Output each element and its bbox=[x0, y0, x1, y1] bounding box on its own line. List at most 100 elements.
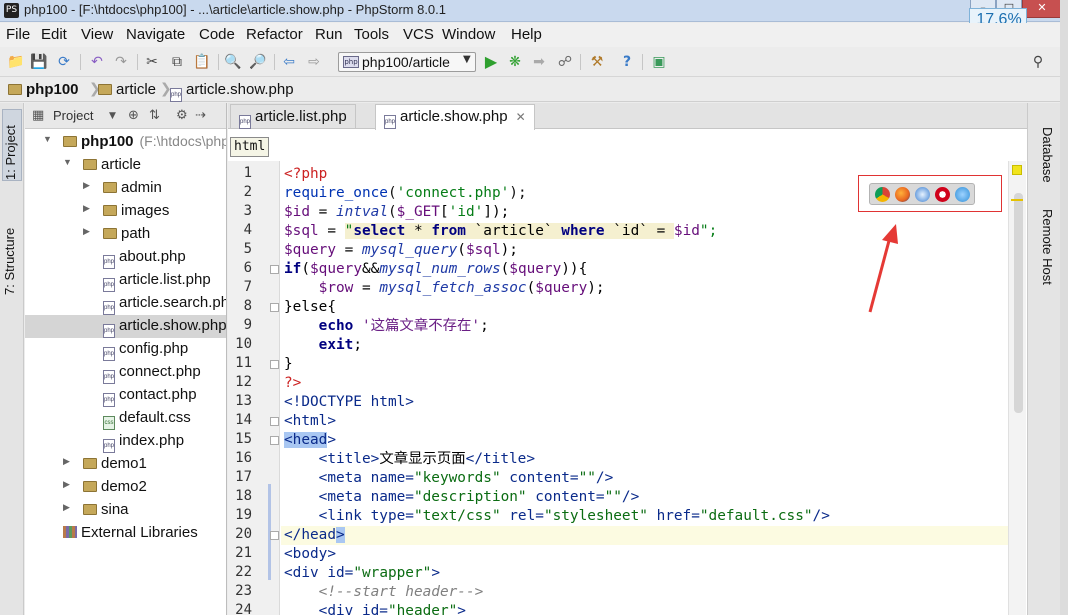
menu-refactor[interactable]: Refactor bbox=[246, 26, 303, 43]
fold-marker-icon[interactable] bbox=[270, 265, 279, 274]
menu-tools[interactable]: Tools bbox=[354, 26, 389, 43]
tree-item[interactable]: ▶ demo1 bbox=[25, 453, 226, 476]
back-icon[interactable]: ⇦ bbox=[280, 53, 298, 71]
debug-icon[interactable]: ❋ bbox=[506, 53, 524, 71]
tree-item[interactable]: ▼ article bbox=[25, 154, 226, 177]
ie-icon[interactable] bbox=[955, 187, 970, 202]
settings-icon[interactable]: ⚒ bbox=[588, 53, 606, 71]
opera-icon[interactable] bbox=[935, 187, 950, 202]
menu-window[interactable]: Window bbox=[442, 26, 495, 43]
paste-icon[interactable]: 📋 bbox=[193, 53, 211, 71]
deploy-icon[interactable]: ▣ bbox=[650, 53, 668, 71]
menu-edit[interactable]: Edit bbox=[41, 26, 67, 43]
chrome-icon[interactable] bbox=[875, 187, 890, 202]
tab-article-list[interactable]: php article.list.php bbox=[230, 104, 356, 129]
tool-tab-project[interactable]: 1: Project bbox=[2, 109, 22, 181]
tree-item[interactable]: ▶ path bbox=[25, 223, 226, 246]
tree-item[interactable]: php connect.php bbox=[25, 361, 226, 384]
tree-item[interactable]: php contact.php bbox=[25, 384, 226, 407]
menu-code[interactable]: Code bbox=[199, 26, 235, 43]
close-tab-icon[interactable]: ✕ bbox=[516, 110, 526, 124]
inspection-status-icon[interactable] bbox=[1012, 165, 1022, 175]
editor-context-breadcrumb[interactable]: html bbox=[230, 137, 270, 157]
sync-icon[interactable]: ⟳ bbox=[55, 53, 73, 71]
breadcrumb-project[interactable]: php100 bbox=[8, 81, 79, 98]
search-everywhere-icon[interactable]: ⚲ bbox=[1029, 53, 1047, 71]
tree-item[interactable]: ▼ php100(F:\htdocs\php1 bbox=[25, 131, 226, 154]
tree-item[interactable]: php about.php bbox=[25, 246, 226, 269]
cut-icon[interactable]: ✂ bbox=[143, 53, 161, 71]
firefox-icon[interactable] bbox=[895, 187, 910, 202]
tree-item[interactable]: php index.php bbox=[25, 430, 226, 453]
warning-marker[interactable] bbox=[1011, 199, 1023, 201]
menu-vcs[interactable]: VCS bbox=[403, 26, 434, 43]
forward-icon[interactable]: ⇨ bbox=[305, 53, 323, 71]
safari-icon[interactable] bbox=[915, 187, 930, 202]
tree-item[interactable]: php article.search.php bbox=[25, 292, 226, 315]
hide-icon[interactable]: ⇢ bbox=[195, 108, 206, 123]
tree-item[interactable]: css default.css bbox=[25, 407, 226, 430]
tree-item[interactable]: php article.show.php bbox=[25, 315, 226, 338]
project-view-select[interactable]: Project bbox=[53, 108, 93, 123]
close-button[interactable]: ✕ bbox=[1022, 0, 1062, 18]
undo-icon[interactable]: ↶ bbox=[88, 53, 106, 71]
run-coverage-icon[interactable]: ➡ bbox=[530, 53, 548, 71]
replace-icon[interactable]: 🔎 bbox=[249, 53, 267, 71]
tool-tab-structure[interactable]: 7: Structure bbox=[2, 203, 22, 295]
code-line[interactable]: </head> bbox=[281, 526, 1011, 545]
tool-tab-remote-host[interactable]: Remote Host bbox=[1035, 209, 1055, 309]
menu-run[interactable]: Run bbox=[315, 26, 343, 43]
menu-help[interactable]: Help bbox=[511, 26, 542, 43]
fold-marker-icon[interactable] bbox=[270, 436, 279, 445]
tree-item[interactable]: External Libraries bbox=[25, 522, 226, 545]
help-icon[interactable]: ? bbox=[618, 53, 636, 71]
tree-item[interactable]: ▶ images bbox=[25, 200, 226, 223]
fold-marker-icon[interactable] bbox=[270, 360, 279, 369]
vertical-scrollbar[interactable] bbox=[1014, 193, 1023, 413]
code-line[interactable]: <div id="header"> bbox=[281, 602, 1011, 615]
php-debug-listen-icon[interactable]: ☍ bbox=[556, 53, 574, 71]
code-line[interactable]: <head> bbox=[281, 431, 1011, 450]
fold-marker-icon[interactable] bbox=[270, 417, 279, 426]
collapsed-arrow-icon[interactable]: ▶ bbox=[83, 226, 90, 237]
code-line[interactable]: <body> bbox=[281, 545, 1011, 564]
expanded-arrow-icon[interactable]: ▼ bbox=[43, 134, 52, 144]
code-line[interactable]: <!DOCTYPE html> bbox=[281, 393, 1011, 412]
code-line[interactable]: <meta name="keywords" content=""/> bbox=[281, 469, 1011, 488]
tree-item[interactable]: ▶ sina bbox=[25, 499, 226, 522]
code-line[interactable]: } bbox=[281, 355, 1011, 374]
collapse-icon[interactable]: ⇅ bbox=[149, 108, 160, 123]
tree-item[interactable]: php article.list.php bbox=[25, 269, 226, 292]
locate-icon[interactable]: ⊕ bbox=[128, 108, 139, 123]
tab-article-show[interactable]: php article.show.php ✕ bbox=[375, 104, 535, 130]
code-line[interactable]: <!--start header--> bbox=[281, 583, 1011, 602]
tree-item[interactable]: php config.php bbox=[25, 338, 226, 361]
tool-tab-database[interactable]: Database bbox=[1035, 127, 1055, 207]
run-icon[interactable]: ▶ bbox=[482, 53, 500, 71]
code-line[interactable]: <meta name="description" content=""/> bbox=[281, 488, 1011, 507]
gear-icon[interactable]: ⚙ bbox=[176, 108, 188, 123]
fold-marker-icon[interactable] bbox=[270, 303, 279, 312]
tree-item[interactable]: ▶ admin bbox=[25, 177, 226, 200]
code-line[interactable]: echo '这篇文章不存在'; bbox=[281, 317, 1011, 336]
code-line[interactable]: <div id="wrapper"> bbox=[281, 564, 1011, 583]
redo-icon[interactable]: ↷ bbox=[112, 53, 130, 71]
run-configuration-select[interactable]: php php100/article ▼ bbox=[338, 52, 476, 72]
collapsed-arrow-icon[interactable]: ▶ bbox=[83, 203, 90, 214]
collapsed-arrow-icon[interactable]: ▶ bbox=[63, 479, 70, 490]
collapsed-arrow-icon[interactable]: ▶ bbox=[83, 180, 90, 191]
menu-view[interactable]: View bbox=[81, 26, 113, 43]
open-folder-icon[interactable]: 📁 bbox=[7, 53, 25, 71]
breadcrumb-file[interactable]: php article.show.php bbox=[170, 81, 294, 102]
expanded-arrow-icon[interactable]: ▼ bbox=[63, 157, 72, 167]
tree-item[interactable]: ▶ demo2 bbox=[25, 476, 226, 499]
collapsed-arrow-icon[interactable]: ▶ bbox=[63, 502, 70, 513]
copy-icon[interactable]: ⧉ bbox=[168, 53, 186, 71]
chevron-down-icon[interactable]: ▼ bbox=[109, 111, 116, 121]
code-line[interactable]: ?> bbox=[281, 374, 1011, 393]
code-line[interactable]: exit; bbox=[281, 336, 1011, 355]
code-line[interactable]: <html> bbox=[281, 412, 1011, 431]
menu-navigate[interactable]: Navigate bbox=[126, 26, 185, 43]
collapsed-arrow-icon[interactable]: ▶ bbox=[63, 456, 70, 467]
breadcrumb-folder[interactable]: article bbox=[98, 81, 156, 98]
